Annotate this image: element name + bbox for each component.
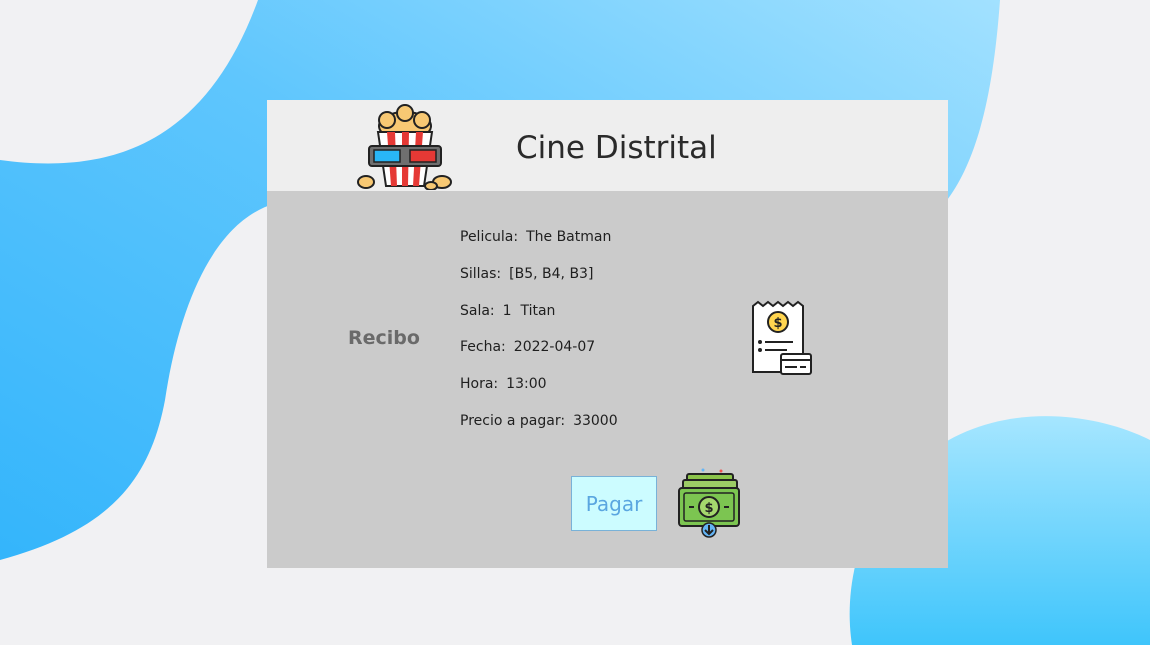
detail-value: [B5, B4, B3] [509,265,594,282]
detail-date: Fecha: 2022-04-07 [460,337,618,374]
money-download-icon: $ [678,468,740,538]
app-title: Cine Distrital [516,130,717,166]
detail-label: Pelicula: [460,229,519,245]
detail-value: 13:00 [506,376,547,393]
detail-time: Hora: 13:00 [460,374,618,411]
detail-price: Precio a pagar: 33000 [460,411,618,448]
detail-value: The Batman [526,229,612,245]
svg-text:$: $ [773,316,782,331]
receipt-card-icon: $ [752,300,812,375]
detail-seats: Sillas: [B5, B4, B3] [460,264,618,301]
popcorn-3d-glasses-icon [357,104,452,190]
pay-button[interactable]: Pagar [571,476,657,531]
receipt-card: Cine Distrital Recibo Pelicula: The Batma… [267,100,948,568]
detail-label: Sala: [460,302,495,319]
detail-room: Sala: 1 Titan [460,301,618,338]
detail-value: 33000 [573,412,618,429]
detail-label: Precio a pagar: [460,412,566,429]
detail-label: Fecha: [460,339,506,356]
detail-label: Hora: [460,376,499,393]
detail-movie: Pelicula: The Batman [460,227,618,264]
detail-value: 1 Titan [502,302,556,319]
card-header: Cine Distrital [267,100,948,191]
detail-label: Sillas: [460,265,502,282]
svg-text:$: $ [704,501,713,516]
detail-value: 2022-04-07 [513,339,596,356]
receipt-section-label: Recibo [348,327,420,349]
receipt-details: Pelicula: The Batman Sillas: [B5, B4, B3] … [460,227,618,448]
